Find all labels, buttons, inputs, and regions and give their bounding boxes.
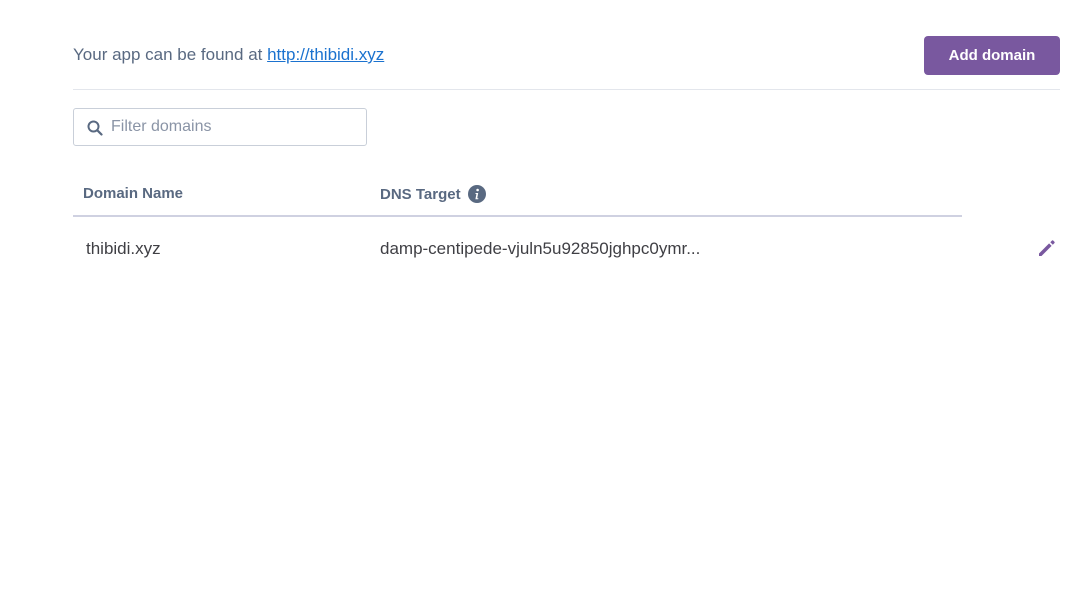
divider: [73, 89, 1060, 90]
domain-name-cell: thibidi.xyz: [86, 239, 161, 258]
pencil-icon[interactable]: [1036, 237, 1058, 259]
column-header-dns-target: DNS Target: [380, 185, 486, 203]
app-location-prefix: Your app can be found at: [73, 45, 268, 64]
table-row: thibidi.xyz damp-centipede-vjuln5u92850j…: [73, 217, 962, 281]
domains-page: Your app can be found at http://thibidi.…: [0, 0, 1087, 597]
info-icon[interactable]: [467, 185, 486, 203]
filter-domains-field[interactable]: [73, 108, 367, 146]
app-url-row: Your app can be found at http://thibidi.…: [73, 36, 1060, 76]
dns-target-cell: damp-centipede-vjuln5u92850jghpc0ymr...: [380, 239, 701, 258]
filter-domains-input[interactable]: [111, 109, 361, 145]
add-domain-button[interactable]: Add domain: [924, 36, 1060, 75]
column-header-domain-name: Domain Name: [83, 185, 184, 202]
app-url-link[interactable]: http://thibidi.xyz: [267, 45, 384, 64]
domains-table: Domain Name DNS Target thibidi.xyz damp-…: [73, 172, 962, 281]
table-header: Domain Name DNS Target: [73, 172, 962, 217]
app-location-text: Your app can be found at http://thibidi.…: [73, 45, 384, 65]
search-icon: [87, 120, 103, 136]
column-header-dns-target-label: DNS Target: [380, 185, 461, 203]
